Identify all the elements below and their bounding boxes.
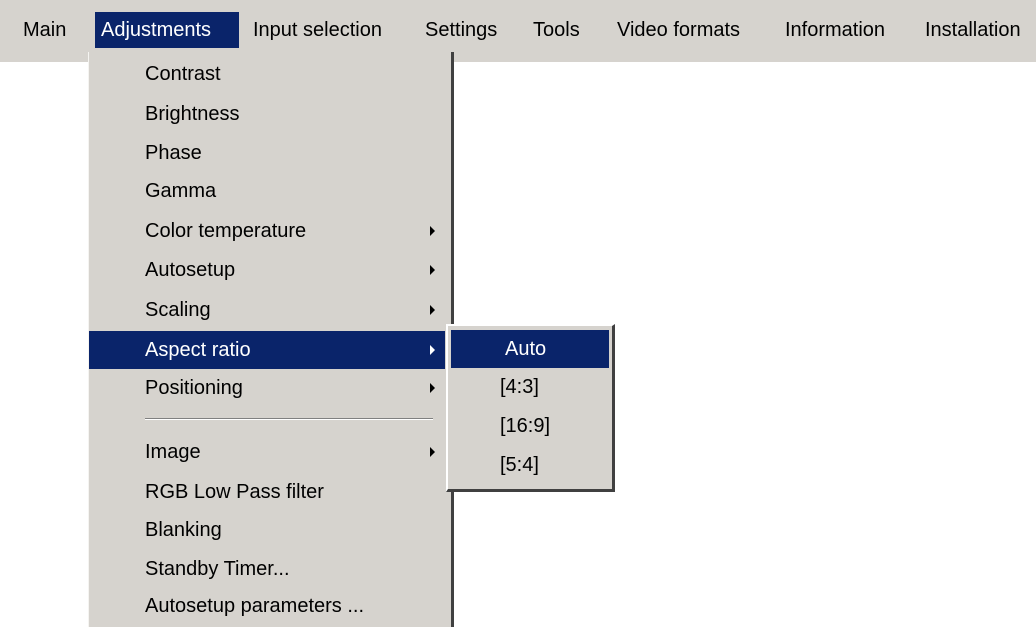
menu-adjustments[interactable]: Adjustments <box>95 12 239 48</box>
submenu-item-4-3[interactable]: [4:3] <box>500 368 600 406</box>
menu-item-label: RGB Low Pass filter <box>145 481 324 503</box>
menu-item-label: Color temperature <box>145 220 307 242</box>
submenu-item-16-9[interactable]: [16:9] <box>500 407 600 445</box>
menu-item-contrast[interactable]: Contrast <box>89 55 451 93</box>
menu-information[interactable]: Information <box>779 12 891 48</box>
menu-settings[interactable]: Settings <box>419 12 503 48</box>
menu-installation[interactable]: Installation <box>919 12 1027 48</box>
menu-item-label: Autosetup <box>145 259 236 281</box>
menu-item-gamma[interactable]: Gamma <box>89 172 451 210</box>
menu-item-label: Standby Timer... <box>145 558 290 580</box>
menu-main[interactable]: Main <box>17 12 72 48</box>
adjustments-dropdown: Contrast Brightness Phase Gamma Color te… <box>88 52 454 627</box>
submenu-arrow-icon <box>430 265 435 275</box>
menu-input-selection[interactable]: Input selection <box>247 12 388 48</box>
submenu-arrow-icon <box>430 383 435 393</box>
menu-item-image[interactable]: Image <box>89 433 451 471</box>
menu-item-phase[interactable]: Phase <box>89 134 451 172</box>
menu-item-label: Image <box>145 441 201 463</box>
menu-item-standby-timer[interactable]: Standby Timer... <box>89 550 451 588</box>
menu-item-label: Brightness <box>145 103 240 125</box>
menu-item-label: Blanking <box>145 519 222 541</box>
menu-separator <box>145 418 433 420</box>
menu-item-label: Contrast <box>145 63 221 85</box>
menu-item-positioning[interactable]: Positioning <box>89 369 451 407</box>
submenu-arrow-icon <box>430 345 435 355</box>
submenu-item-5-4[interactable]: [5:4] <box>500 446 600 484</box>
menu-item-label: Aspect ratio <box>145 339 251 361</box>
menu-video-formats[interactable]: Video formats <box>611 12 746 48</box>
menu-item-autosetup[interactable]: Autosetup <box>89 251 451 289</box>
submenu-arrow-icon <box>430 305 435 315</box>
menu-item-label: Scaling <box>145 299 211 321</box>
menu-item-aspect-ratio[interactable]: Aspect ratio <box>89 331 445 369</box>
menu-item-scaling[interactable]: Scaling <box>89 291 451 329</box>
menu-item-label: Positioning <box>145 377 243 399</box>
aspect-ratio-submenu: Auto [4:3] [16:9] [5:4] <box>446 324 615 492</box>
submenu-arrow-icon <box>430 447 435 457</box>
menu-item-autosetup-parameters[interactable]: Autosetup parameters ... <box>89 587 451 625</box>
menu-item-blanking[interactable]: Blanking <box>89 511 451 549</box>
menu-item-color-temperature[interactable]: Color temperature <box>89 212 451 250</box>
menu-item-label: Phase <box>145 142 202 164</box>
menu-item-label: Gamma <box>145 180 217 202</box>
menu-tools[interactable]: Tools <box>527 12 586 48</box>
submenu-item-auto[interactable]: Auto <box>451 330 609 368</box>
menu-item-rgb-low-pass-filter[interactable]: RGB Low Pass filter <box>89 473 451 511</box>
menu-item-label: Autosetup parameters ... <box>145 595 365 617</box>
menu-item-brightness[interactable]: Brightness <box>89 95 451 133</box>
submenu-arrow-icon <box>430 226 435 236</box>
